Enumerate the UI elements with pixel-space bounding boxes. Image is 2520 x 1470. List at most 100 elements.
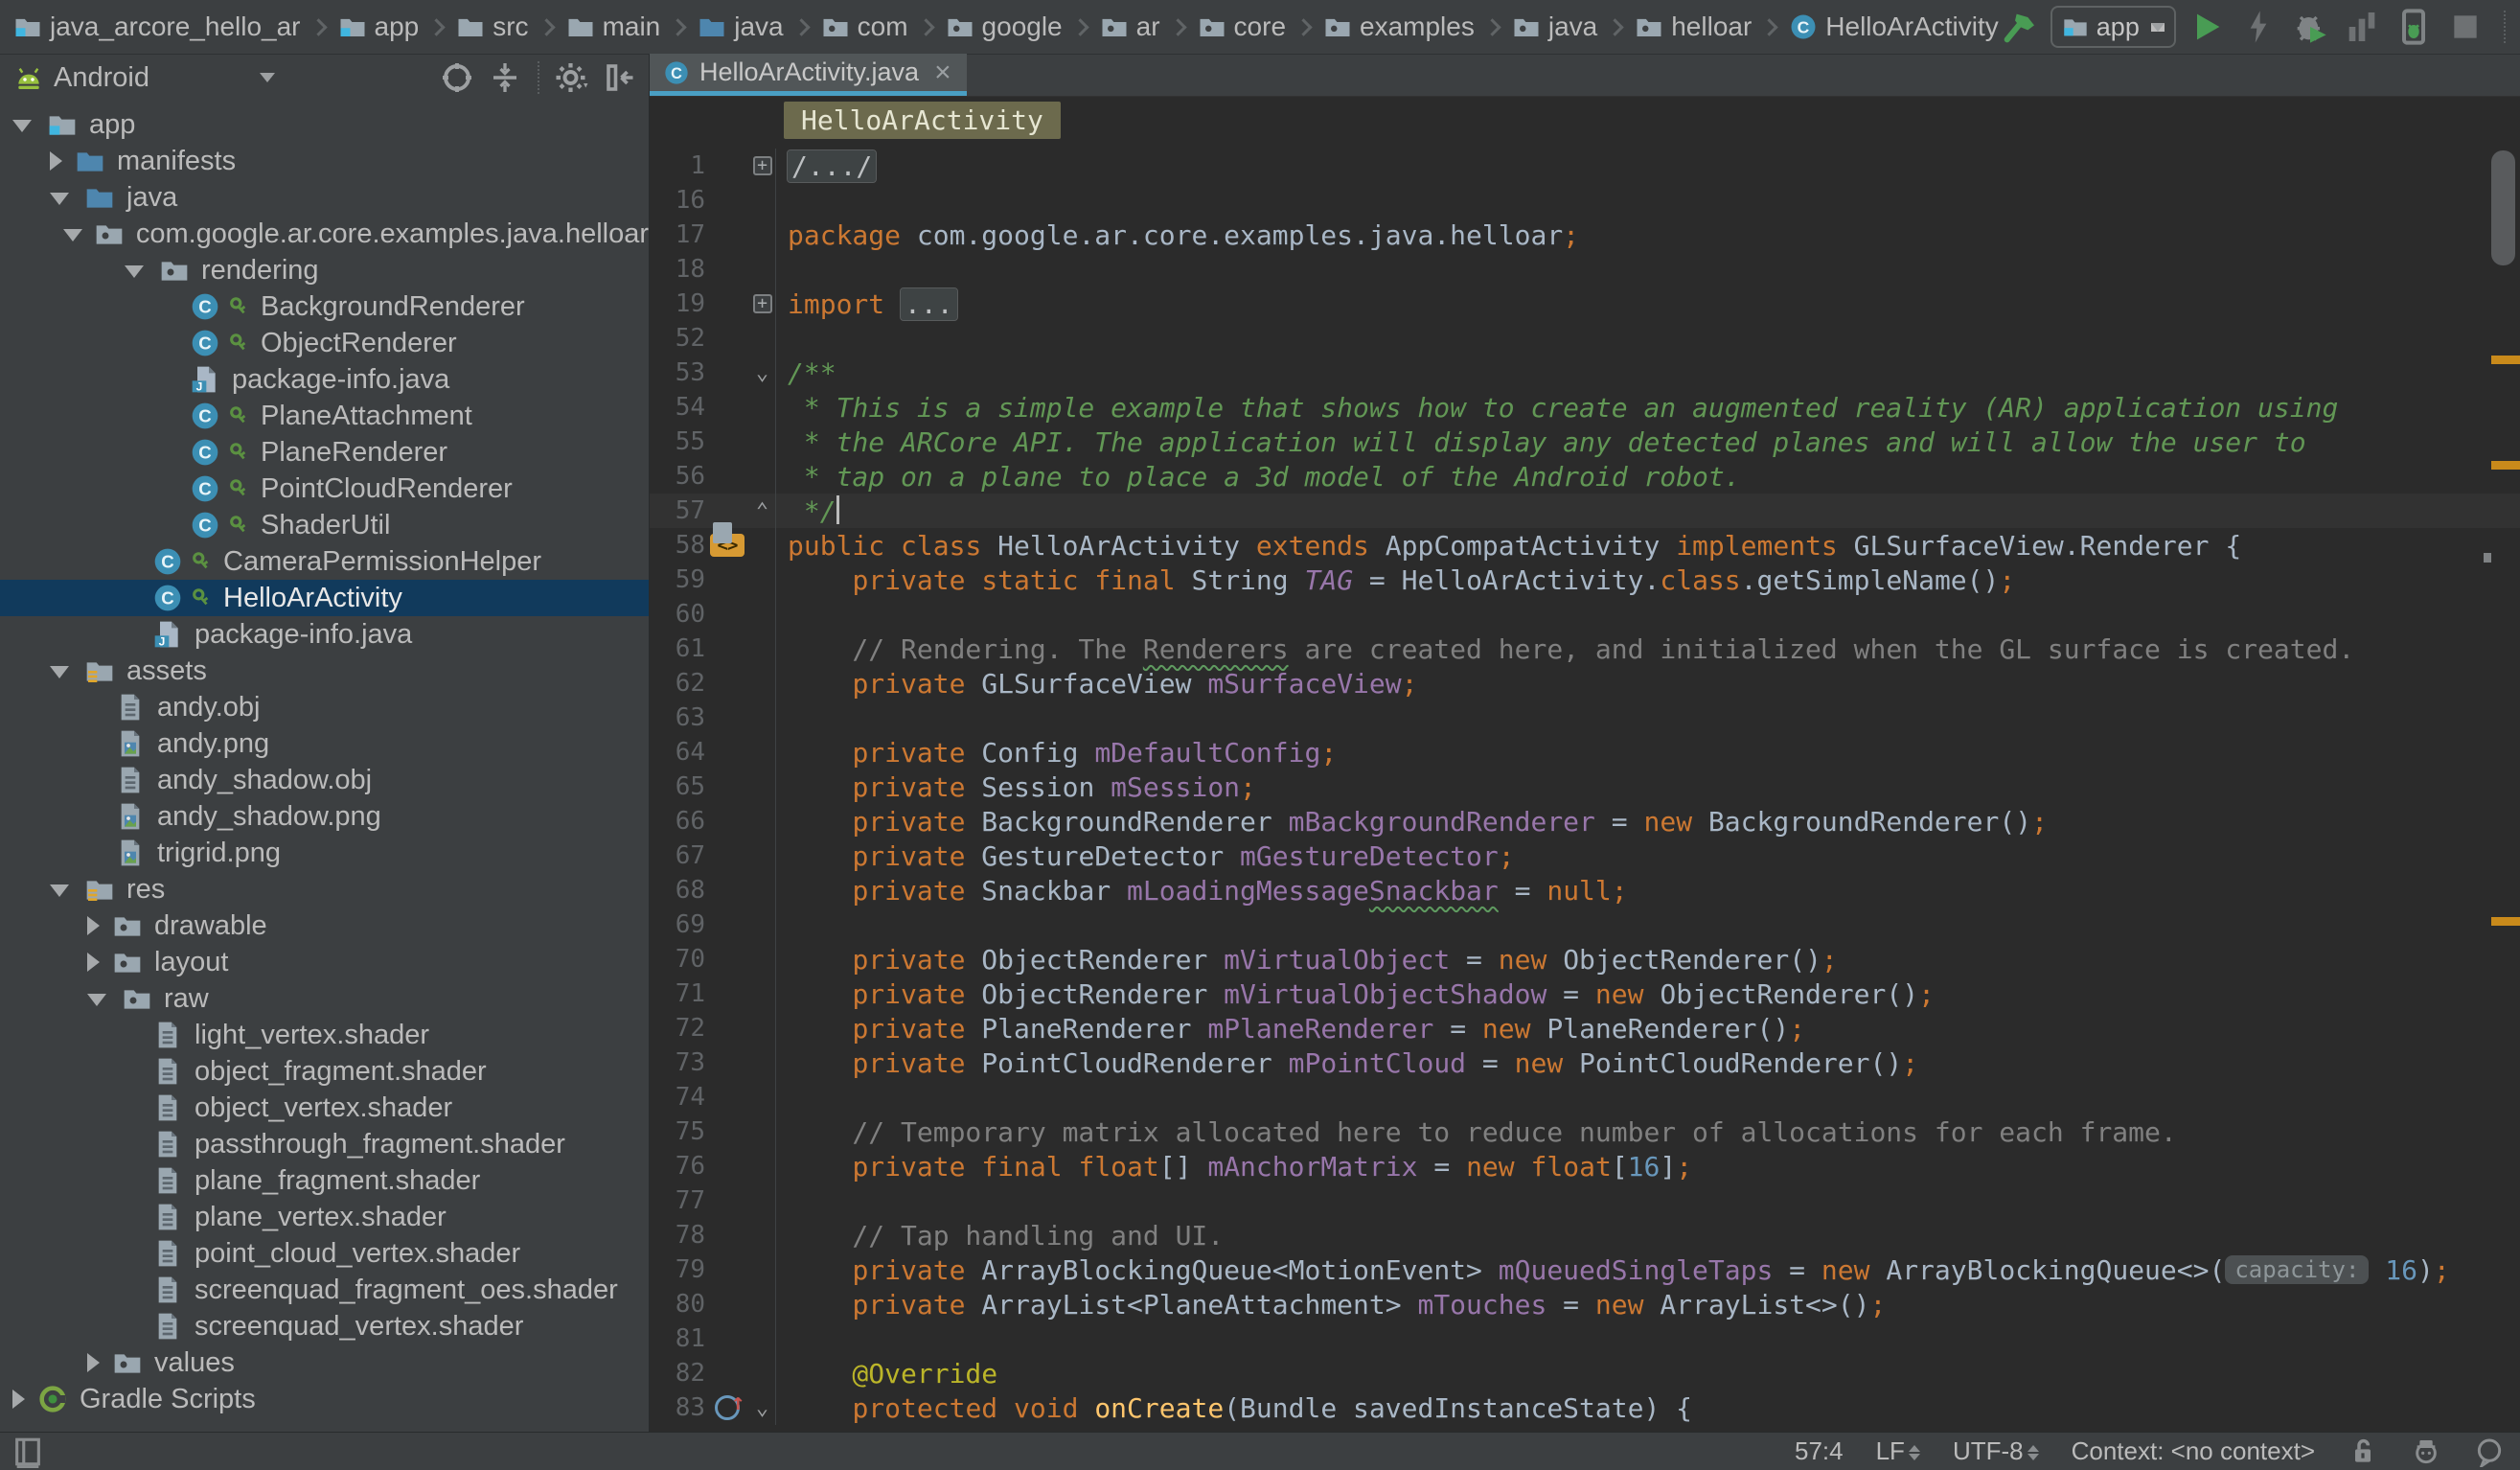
editor-scrollbar[interactable] (2487, 143, 2520, 1432)
code-text[interactable]: * This is a simple example that shows ho… (776, 392, 2338, 424)
tool-window-toggle-icon[interactable] (11, 1436, 44, 1468)
fold-start-icon[interactable]: ⌄ (756, 1396, 768, 1420)
related-xml-badge-icon[interactable]: <> (710, 534, 745, 557)
line-number[interactable]: 70 (650, 945, 705, 974)
locate-file-icon[interactable] (440, 60, 474, 95)
tree-item-screenquad-vertex-shader[interactable]: screenquad_vertex.shader (0, 1308, 649, 1344)
line-number[interactable]: 78 (650, 1221, 705, 1250)
tree-item-screenquad-fragment-oes-shader[interactable]: screenquad_fragment_oes.shader (0, 1272, 649, 1308)
code-editor[interactable]: 1+/.../1617package com.google.ar.core.ex… (650, 143, 2520, 1432)
encoding-widget[interactable]: UTF-8 (1953, 1436, 2039, 1466)
tree-item-java[interactable]: java (0, 179, 649, 216)
code-text[interactable]: */ (776, 495, 839, 527)
tree-expanded-icon[interactable] (50, 193, 69, 205)
code-text[interactable]: private ObjectRenderer mVirtualObjectSha… (776, 978, 1935, 1010)
tree-item-helloaractivity[interactable]: CHelloArActivity (0, 580, 649, 616)
line-number[interactable]: 61 (650, 634, 705, 663)
line-number[interactable]: 56 (650, 462, 705, 491)
project-view-selector[interactable]: Android (13, 62, 149, 94)
breadcrumb-item-app[interactable]: app (338, 11, 420, 42)
breadcrumb-item-java_arcore_hello_ar[interactable]: java_arcore_hello_ar (13, 11, 301, 42)
gear-icon[interactable] (555, 60, 589, 95)
tree-collapsed-icon[interactable] (12, 1390, 25, 1409)
tree-item-backgroundrenderer[interactable]: CBackgroundRenderer (0, 288, 649, 325)
tree-item-drawable[interactable]: drawable (0, 907, 649, 944)
breadcrumb-item-google[interactable]: google (946, 11, 1063, 42)
tree-item-manifests[interactable]: manifests (0, 143, 649, 179)
line-number[interactable]: 59 (650, 565, 705, 594)
line-number[interactable]: 62 (650, 669, 705, 698)
line-number[interactable]: 17 (650, 220, 705, 249)
editor-tab[interactable]: C HelloArActivity.java × (650, 54, 967, 96)
line-number[interactable]: 64 (650, 738, 705, 767)
tree-item-objectrenderer[interactable]: CObjectRenderer (0, 325, 649, 361)
code-text[interactable]: private PlaneRenderer mPlaneRenderer = n… (776, 1013, 1805, 1045)
line-number[interactable]: 65 (650, 772, 705, 801)
tree-collapsed-icon[interactable] (87, 953, 100, 972)
line-number[interactable]: 76 (650, 1152, 705, 1181)
tree-item-raw[interactable]: raw (0, 980, 649, 1017)
line-number[interactable]: 83 (650, 1393, 705, 1422)
code-text[interactable]: import ... (776, 288, 957, 320)
breadcrumb-item-src[interactable]: src (456, 11, 528, 42)
tree-expanded-icon[interactable] (63, 229, 82, 241)
scrollbar-thumb[interactable] (2491, 150, 2515, 265)
fold-start-icon[interactable]: ⌄ (756, 361, 768, 385)
run-button[interactable] (2186, 6, 2228, 48)
tree-item-andy-shadow-obj[interactable]: andy_shadow.obj (0, 762, 649, 798)
tree-item-passthrough-fragment-shader[interactable]: passthrough_fragment.shader (0, 1126, 649, 1162)
code-text[interactable]: // Rendering. The Renderers are created … (776, 633, 2354, 665)
attach-debugger-button[interactable] (2393, 6, 2435, 48)
fold-expand-icon[interactable]: + (753, 294, 772, 313)
line-number[interactable]: 16 (650, 186, 705, 215)
line-number[interactable]: 60 (650, 600, 705, 629)
line-number[interactable]: 71 (650, 979, 705, 1008)
code-text[interactable]: private BackgroundRenderer mBackgroundRe… (776, 806, 2048, 838)
line-number[interactable]: 63 (650, 703, 705, 732)
tree-item-planerenderer[interactable]: CPlaneRenderer (0, 434, 649, 471)
inspections-hector-icon[interactable] (2411, 1436, 2441, 1467)
line-number[interactable]: 53 (650, 358, 705, 387)
tree-item-package-info-java[interactable]: Jpackage-info.java (0, 616, 649, 653)
tree-item-assets[interactable]: assets (0, 653, 649, 689)
warning-stripe[interactable] (2491, 917, 2520, 926)
code-text[interactable]: // Temporary matrix allocated here to re… (776, 1116, 2177, 1148)
build-button[interactable] (1999, 6, 2041, 48)
tree-expanded-icon[interactable] (50, 666, 69, 678)
tree-item-pointcloudrenderer[interactable]: CPointCloudRenderer (0, 471, 649, 507)
tree-expanded-icon[interactable] (12, 120, 32, 132)
line-number[interactable]: 57 (650, 496, 705, 525)
code-text[interactable]: public class HelloArActivity extends App… (776, 530, 2241, 562)
code-text[interactable]: protected void onCreate(Bundle savedInst… (776, 1392, 1692, 1424)
line-number[interactable]: 67 (650, 841, 705, 870)
line-number[interactable]: 75 (650, 1117, 705, 1146)
tree-expanded-icon[interactable] (125, 265, 144, 278)
event-log-bubble-icon[interactable] (2474, 1436, 2505, 1467)
code-text[interactable]: private Config mDefaultConfig; (776, 737, 1337, 769)
tree-item-plane-fragment-shader[interactable]: plane_fragment.shader (0, 1162, 649, 1199)
breadcrumb-item-core[interactable]: core (1198, 11, 1286, 42)
code-text[interactable]: private final float[] mAnchorMatrix = ne… (776, 1151, 1692, 1183)
code-text[interactable]: @Override (776, 1358, 997, 1390)
breadcrumb-item-ar[interactable]: ar (1100, 11, 1160, 42)
warning-stripe[interactable] (2491, 461, 2520, 470)
breadcrumb-class-chip[interactable]: HelloArActivity (784, 102, 1061, 139)
line-number[interactable]: 58 (650, 531, 705, 560)
line-number[interactable]: 80 (650, 1290, 705, 1319)
line-separator-widget[interactable]: LF (1876, 1436, 1920, 1466)
lock-icon[interactable] (2348, 1436, 2378, 1467)
tree-item-andy-obj[interactable]: andy.obj (0, 689, 649, 725)
tree-item-light-vertex-shader[interactable]: light_vertex.shader (0, 1017, 649, 1053)
collapse-all-icon[interactable] (488, 60, 522, 95)
code-text[interactable]: private GLSurfaceView mSurfaceView; (776, 668, 1417, 700)
run-configuration-select[interactable]: app (2050, 6, 2176, 48)
tree-item-layout[interactable]: layout (0, 944, 649, 980)
code-text[interactable]: package com.google.ar.core.examples.java… (776, 219, 1579, 251)
tree-item-shaderutil[interactable]: CShaderUtil (0, 507, 649, 543)
tree-item-planeattachment[interactable]: CPlaneAttachment (0, 398, 649, 434)
profiler-button[interactable] (2341, 6, 2383, 48)
context-widget[interactable]: Context: <no context> (2072, 1436, 2315, 1466)
tree-item-gradle-scripts[interactable]: Gradle Scripts (0, 1381, 649, 1417)
tree-item-values[interactable]: values (0, 1344, 649, 1381)
caret-position-widget[interactable]: 57:4 (1795, 1436, 1844, 1466)
